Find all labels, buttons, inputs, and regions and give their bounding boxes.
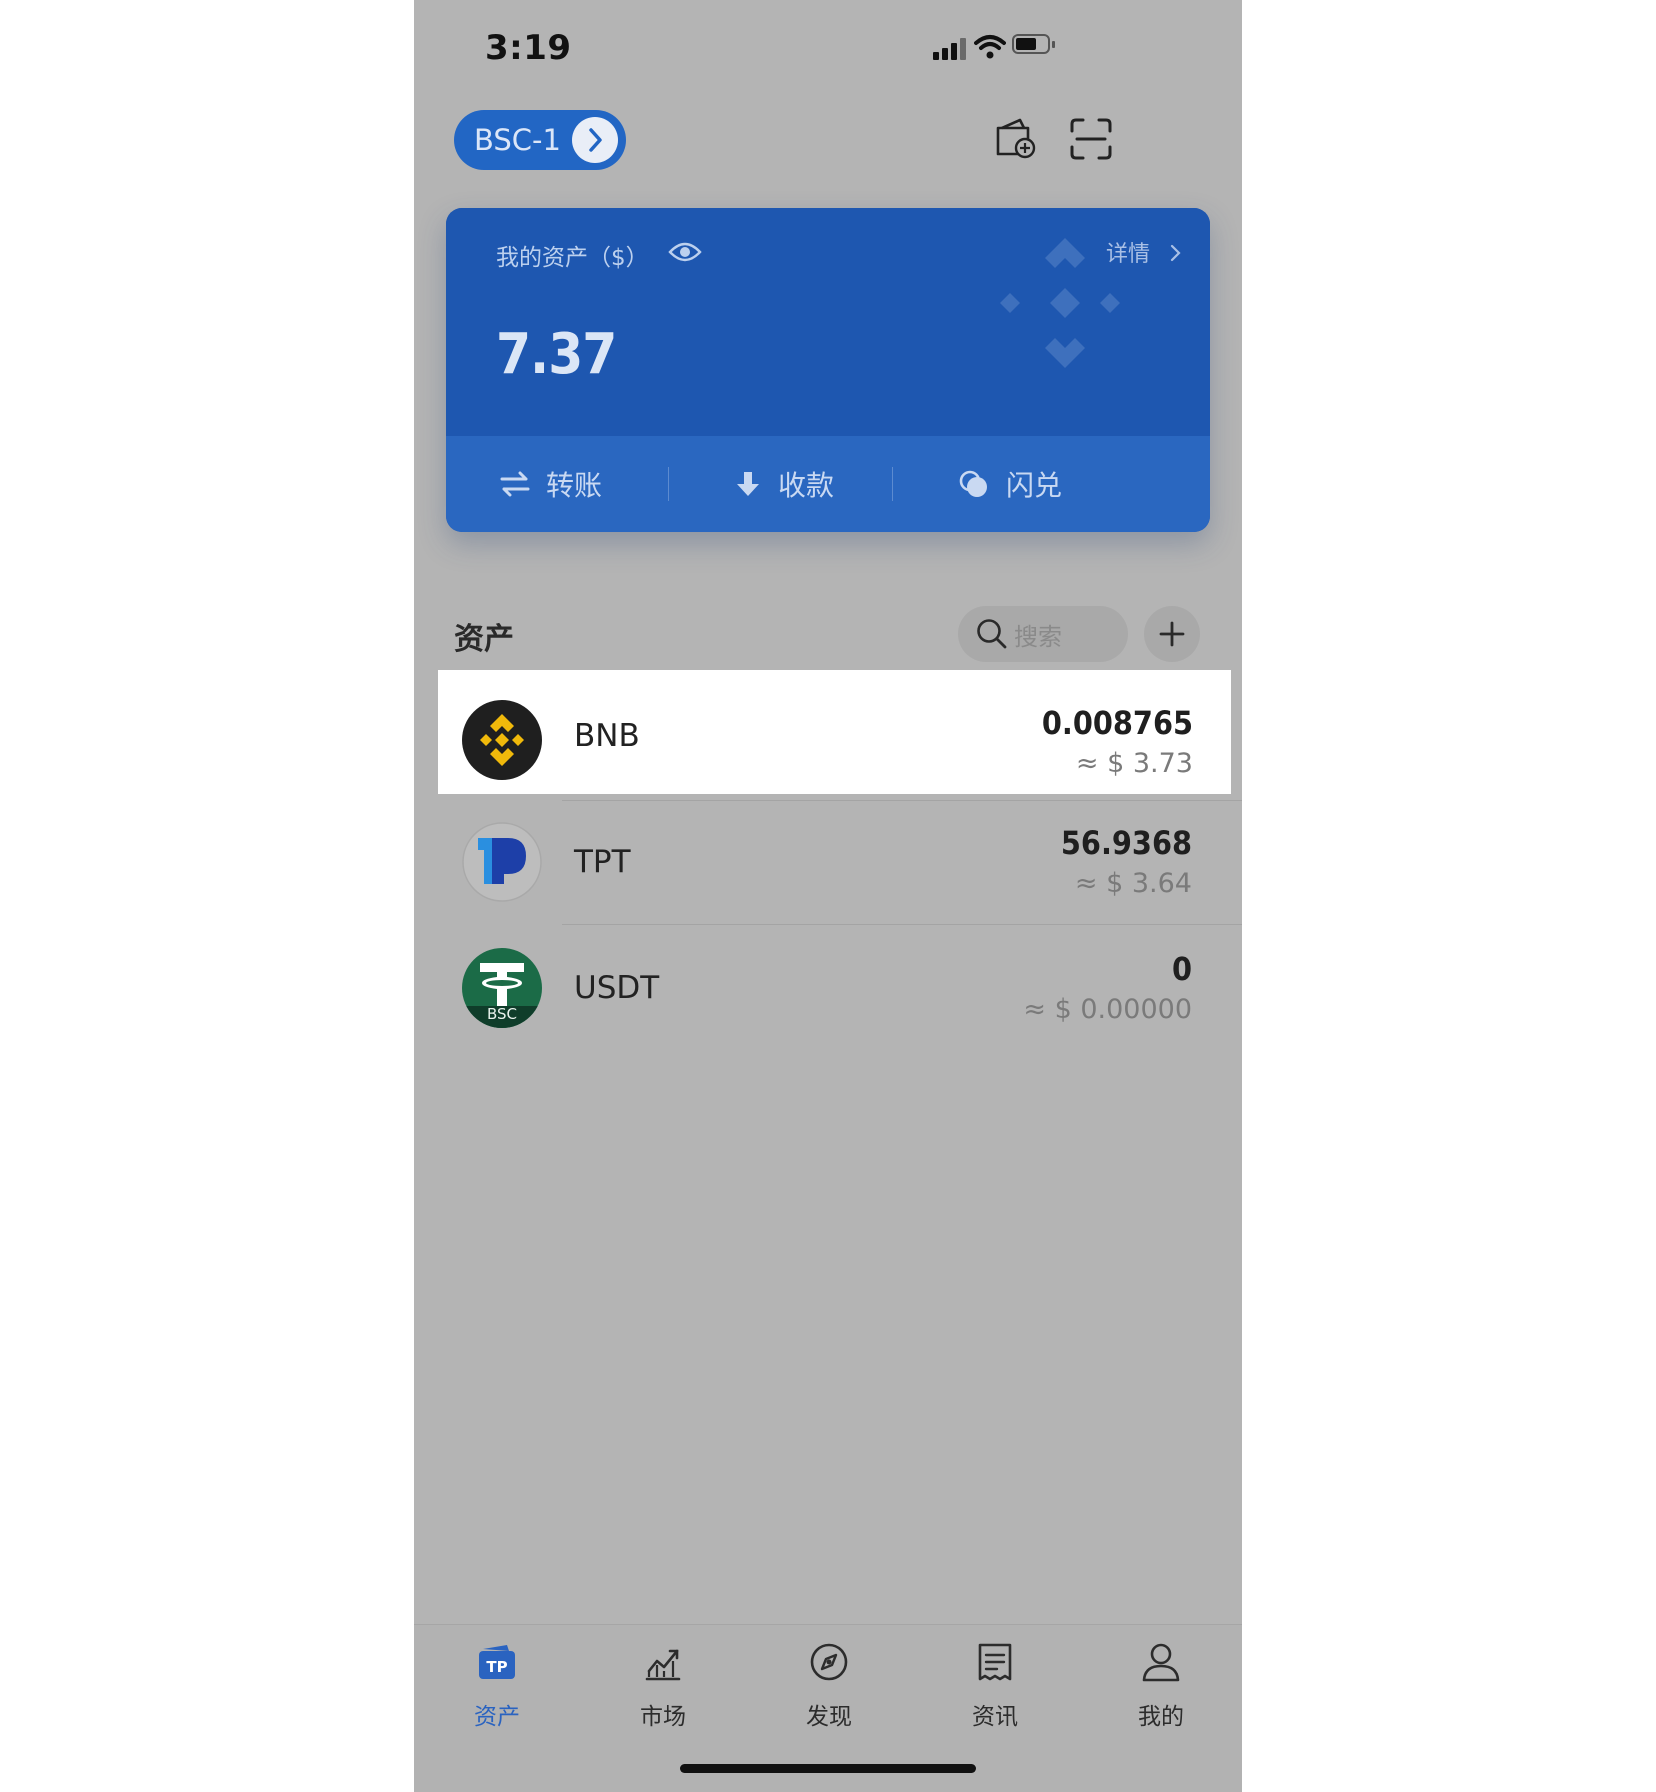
token-amount: 0.008765	[1041, 704, 1193, 742]
token-row-bnb[interactable]: BNB 0.008765 ≈ $ 3.73	[438, 670, 1231, 794]
tab-label: 发现	[806, 1704, 852, 1730]
token-row-tpt[interactable]: TPT 56.9368 ≈ $ 3.64	[414, 800, 1242, 924]
bsc-badge: BSC	[486, 1005, 518, 1023]
plus-icon	[1159, 621, 1185, 647]
tab-news[interactable]: 资讯	[912, 1625, 1078, 1745]
action-divider	[892, 467, 893, 501]
svg-text:TP: TP	[486, 1658, 507, 1676]
tab-label: 资讯	[972, 1704, 1018, 1730]
market-chart-icon	[645, 1649, 681, 1681]
token-fiat-value: ≈ $ 3.73	[1075, 748, 1193, 779]
chevron-right-icon	[572, 117, 618, 163]
asset-summary-card: 我的资产（$） 详情 7.37 转账 收款 闪兑	[446, 208, 1210, 532]
compass-icon	[810, 1643, 848, 1681]
swap-button[interactable]: 闪兑	[958, 436, 1062, 532]
scan-icon[interactable]	[1070, 118, 1112, 160]
detail-link[interactable]: 详情	[1106, 236, 1183, 268]
bnb-token-icon	[462, 700, 542, 780]
wifi-icon	[974, 35, 1006, 59]
usdt-token-icon: BSC	[462, 948, 542, 1028]
home-indicator[interactable]	[680, 1764, 976, 1773]
download-arrow-icon	[737, 472, 759, 496]
transfer-label: 转账	[546, 469, 603, 502]
swap-coins-icon	[959, 470, 987, 497]
search-icon	[977, 619, 1007, 649]
profile-icon	[1142, 1643, 1180, 1682]
eye-visibility-icon[interactable]	[668, 240, 702, 264]
tp-wallet-icon: TP	[479, 1645, 515, 1679]
cellular-signal-icon	[933, 36, 969, 60]
token-name: USDT	[574, 970, 660, 1006]
receive-label: 收款	[778, 469, 835, 502]
token-amount: 0	[1171, 950, 1192, 988]
tab-profile[interactable]: 我的	[1078, 1625, 1242, 1745]
app-screen: 3:19 BSC-1 我的资产（$） 详情 7.37 转账 收款 闪兑 资产 搜…	[414, 0, 1242, 1792]
wallet-name: BSC-1	[474, 123, 561, 157]
tab-label: 市场	[640, 1704, 686, 1730]
token-row-usdt[interactable]: BSC USDT 0 ≈ $ 0.00000	[414, 924, 1242, 1048]
receive-button[interactable]: 收款	[736, 436, 834, 532]
transfer-button[interactable]: 转账	[500, 436, 602, 532]
swap-label: 闪兑	[1006, 469, 1063, 502]
tpt-token-icon	[462, 822, 542, 902]
add-wallet-icon[interactable]	[994, 116, 1038, 160]
add-token-button[interactable]	[1144, 606, 1200, 662]
detail-label: 详情	[1106, 242, 1151, 267]
token-search-input[interactable]: 搜索	[958, 606, 1128, 662]
token-fiat-value: ≈ $ 3.64	[1074, 868, 1192, 899]
tab-assets[interactable]: TP 资产	[414, 1625, 580, 1745]
status-time: 3:19	[485, 28, 572, 68]
token-name: BNB	[574, 718, 640, 754]
search-placeholder: 搜索	[1014, 622, 1062, 651]
action-divider	[668, 467, 669, 501]
tab-market[interactable]: 市场	[580, 1625, 746, 1745]
tab-discover[interactable]: 发现	[746, 1625, 912, 1745]
tab-label: 资产	[474, 1704, 520, 1730]
transfer-arrows-icon	[500, 471, 530, 497]
battery-icon	[1012, 34, 1056, 56]
card-actions-bar: 转账 收款 闪兑	[446, 436, 1210, 532]
total-assets-label: 我的资产（$）	[496, 245, 649, 271]
wallet-switcher-button[interactable]: BSC-1	[454, 110, 626, 170]
assets-section-title: 资产	[454, 622, 514, 657]
token-amount: 56.9368	[1060, 824, 1192, 862]
token-name: TPT	[574, 844, 631, 880]
news-icon	[978, 1643, 1012, 1681]
chevron-right-icon	[1170, 244, 1181, 262]
token-fiat-value: ≈ $ 0.00000	[1023, 994, 1192, 1025]
total-assets-value: 7.37	[496, 322, 617, 387]
tab-label: 我的	[1138, 1704, 1184, 1730]
